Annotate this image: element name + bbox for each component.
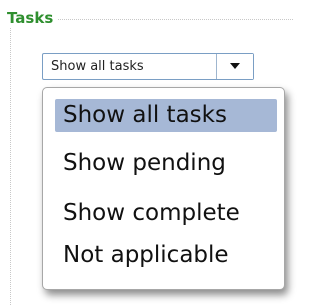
- task-filter-select[interactable]: Show all tasks: [42, 53, 254, 80]
- menu-option-label: Show pending: [63, 150, 226, 176]
- menu-option-not-applicable[interactable]: Not applicable: [55, 235, 229, 275]
- menu-option-label: Show complete: [63, 200, 240, 226]
- menu-option-show-complete[interactable]: Show complete: [55, 193, 240, 233]
- tasks-legend: Tasks: [7, 8, 58, 28]
- menu-option-label: Not applicable: [63, 242, 229, 268]
- task-filter-dropdown-button[interactable]: [216, 54, 253, 79]
- menu-option-show-pending[interactable]: Show pending: [55, 143, 226, 183]
- dropdown-arrow-icon: [230, 63, 240, 69]
- tasks-panel: Tasks Show all tasks Show all tasks Show…: [0, 0, 293, 305]
- menu-option-show-all-tasks[interactable]: Show all tasks: [55, 99, 277, 132]
- menu-option-label: Show all tasks: [63, 102, 227, 128]
- task-filter-menu: Show all tasks Show pending Show complet…: [42, 87, 285, 290]
- task-filter-value: Show all tasks: [51, 59, 144, 74]
